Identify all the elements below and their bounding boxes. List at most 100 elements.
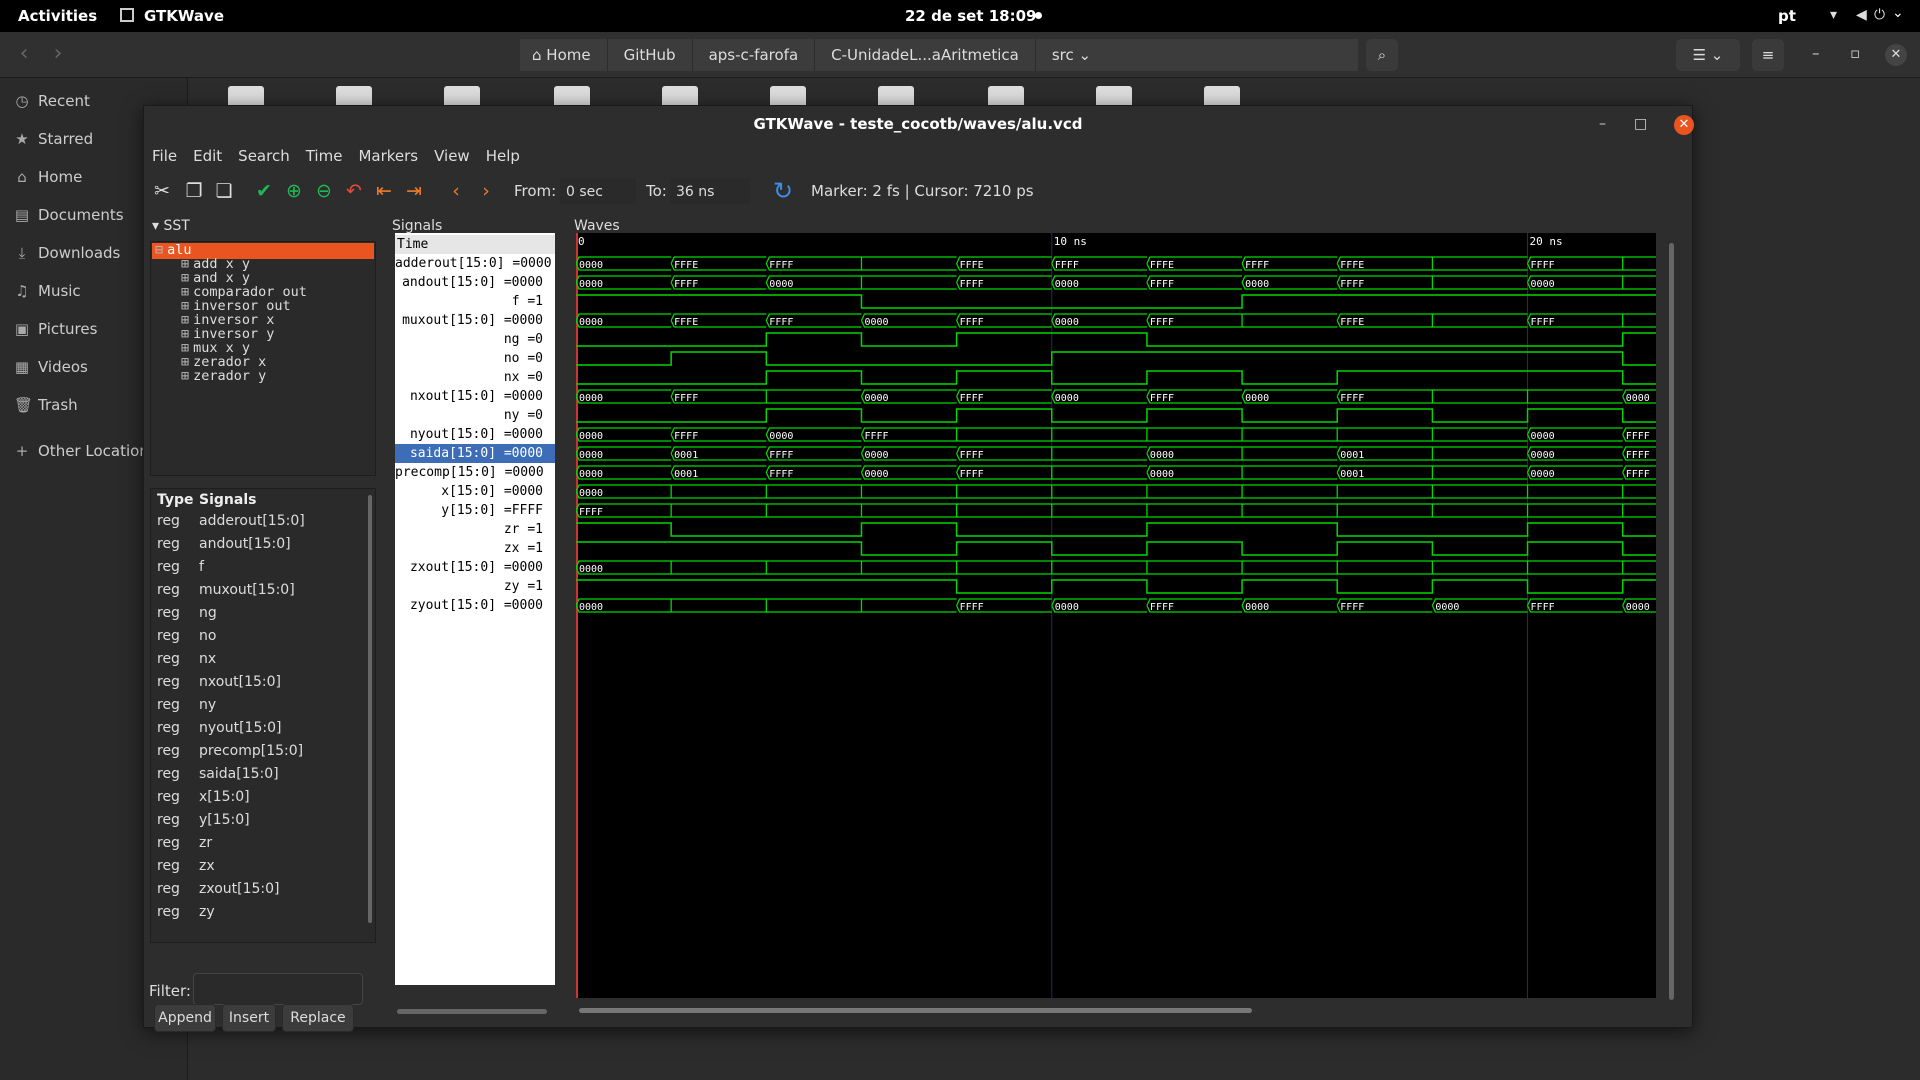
- signal-row[interactable]: precomp[15:0] =0000: [395, 463, 555, 482]
- signal-row[interactable]: zx =1: [395, 539, 555, 558]
- menu-view[interactable]: View: [426, 142, 478, 170]
- horizontal-scrollbar[interactable]: [579, 1008, 1252, 1013]
- waveform-canvas[interactable]: 0 10 ns 20 ns 0000 FFFE FFFF FFFE FFFF FFFE FFFF F…: [575, 233, 1656, 998]
- sidebar-item-trash[interactable]: 🗑 Trash: [14, 396, 78, 414]
- power-icon[interactable]: ⏻: [1874, 7, 1885, 23]
- sst-header[interactable]: ▾ SST: [152, 218, 190, 234]
- vertical-scrollbar[interactable]: [1669, 243, 1674, 1000]
- signal-table-row[interactable]: reg y[15:0]: [151, 812, 361, 835]
- sidebar-item-videos[interactable]: ▦ Videos: [14, 358, 88, 376]
- signal-table-row[interactable]: reg adderout[15:0]: [151, 513, 361, 536]
- sidebar-item-other-locations[interactable]: + Other Locations: [14, 442, 157, 460]
- clock[interactable]: 22 de set 18:09: [905, 7, 1036, 25]
- goto-end-icon[interactable]: ⇥: [402, 179, 426, 203]
- column-header-signals[interactable]: Signals: [199, 492, 256, 508]
- menu-file[interactable]: File: [144, 142, 185, 170]
- append-button[interactable]: Append: [154, 1004, 216, 1032]
- cut-icon[interactable]: ✂: [150, 179, 174, 203]
- crumb-home[interactable]: ⌂ Home: [520, 39, 608, 71]
- menu-help[interactable]: Help: [478, 142, 528, 170]
- signal-table-row[interactable]: reg nxout[15:0]: [151, 674, 361, 697]
- signal-row[interactable]: muxout[15:0] =0000: [395, 311, 555, 330]
- horizontal-scrollbar[interactable]: [397, 1009, 547, 1014]
- crumb-aps-c-farofa[interactable]: aps-c-farofa: [692, 39, 816, 71]
- menu-edit[interactable]: Edit: [185, 142, 230, 170]
- zoom-in-icon[interactable]: ⊕: [282, 179, 306, 203]
- maximize-icon[interactable]: ▫: [1850, 44, 1860, 62]
- signal-row[interactable]: andout[15:0] =0000: [395, 273, 555, 292]
- column-header-type[interactable]: Type: [157, 492, 194, 508]
- menu-markers[interactable]: Markers: [350, 142, 426, 170]
- zoom-undo-icon[interactable]: ↶: [342, 179, 366, 203]
- signal-row[interactable]: x[15:0] =0000: [395, 482, 555, 501]
- signal-row-time[interactable]: Time: [395, 235, 555, 254]
- previous-edge-icon[interactable]: ‹: [444, 179, 468, 203]
- copy-icon[interactable]: ❐: [182, 179, 206, 203]
- from-input[interactable]: 0 sec: [560, 178, 636, 204]
- zoom-fit-icon[interactable]: ✔: [252, 179, 276, 203]
- signal-table-row[interactable]: reg ny: [151, 697, 361, 720]
- system-menu-chevron-icon[interactable]: ⌄: [1892, 5, 1904, 21]
- signal-row[interactable]: y[15:0] =FFFF: [395, 501, 555, 520]
- sidebar-item-pictures[interactable]: ▣ Pictures: [14, 320, 98, 338]
- minimize-icon[interactable]: –: [1812, 44, 1820, 62]
- signal-table-row[interactable]: reg andout[15:0]: [151, 536, 361, 559]
- sidebar-item-downloads[interactable]: ⤓ Downloads: [14, 244, 121, 262]
- signal-table-row[interactable]: reg zxout[15:0]: [151, 881, 361, 904]
- maximize-icon[interactable]: □: [1634, 116, 1647, 132]
- signal-row[interactable]: zyout[15:0] =0000: [395, 596, 555, 615]
- insert-button[interactable]: Insert: [222, 1004, 276, 1032]
- signal-table-row[interactable]: reg no: [151, 628, 361, 651]
- signal-table-row[interactable]: reg zx: [151, 858, 361, 881]
- vertical-scrollbar[interactable]: [368, 495, 372, 923]
- hamburger-menu-button[interactable]: ≡: [1752, 39, 1784, 71]
- signal-table-row[interactable]: reg zr: [151, 835, 361, 858]
- crumb-github[interactable]: GitHub: [607, 39, 693, 71]
- reload-icon[interactable]: ↻: [771, 179, 795, 203]
- sidebar-item-music[interactable]: ♫ Music: [14, 282, 80, 300]
- view-toggle-button[interactable]: ☰ ⌄: [1676, 39, 1740, 71]
- crumb-unidade[interactable]: C-UnidadeL...aAritmetica: [815, 39, 1036, 71]
- signal-table-row[interactable]: reg ng: [151, 605, 361, 628]
- close-icon[interactable]: ✕: [1885, 44, 1907, 66]
- signal-row[interactable]: nxout[15:0] =0000: [395, 387, 555, 406]
- goto-start-icon[interactable]: ⇤: [372, 179, 396, 203]
- tree-item[interactable]: ⊞ zerador y: [181, 368, 266, 384]
- minimize-icon[interactable]: –: [1599, 116, 1606, 132]
- signal-row[interactable]: zy =1: [395, 577, 555, 596]
- replace-button[interactable]: Replace: [282, 1004, 354, 1032]
- filter-input[interactable]: [193, 973, 363, 1005]
- signal-table-row[interactable]: reg precomp[15:0]: [151, 743, 361, 766]
- signal-table-row[interactable]: reg muxout[15:0]: [151, 582, 361, 605]
- sidebar-item-recent[interactable]: ◷ Recent: [14, 92, 89, 110]
- paste-icon[interactable]: ❏: [212, 179, 236, 203]
- back-button[interactable]: ‹: [8, 39, 40, 71]
- signal-table-row[interactable]: reg f: [151, 559, 361, 582]
- signal-table-row[interactable]: reg nx: [151, 651, 361, 674]
- signal-row[interactable]: zr =1: [395, 520, 555, 539]
- app-menu[interactable]: GTKWave: [120, 7, 224, 25]
- sidebar-item-documents[interactable]: ▤ Documents: [14, 206, 124, 224]
- signal-row[interactable]: ny =0: [395, 406, 555, 425]
- menu-time[interactable]: Time: [298, 142, 351, 170]
- signal-row[interactable]: f =1: [395, 292, 555, 311]
- signal-row[interactable]: adderout[15:0] =0000: [395, 254, 555, 273]
- sidebar-item-starred[interactable]: ★ Starred: [14, 130, 93, 148]
- input-language[interactable]: pt: [1778, 7, 1796, 25]
- activities-button[interactable]: Activities: [18, 7, 97, 25]
- menu-search[interactable]: Search: [230, 142, 298, 170]
- signal-row[interactable]: nx =0: [395, 368, 555, 387]
- forward-button[interactable]: ›: [42, 39, 74, 71]
- search-button[interactable]: ⌕: [1366, 39, 1398, 71]
- signal-row[interactable]: zxout[15:0] =0000: [395, 558, 555, 577]
- signal-row[interactable]: no =0: [395, 349, 555, 368]
- signal-table-row[interactable]: reg zy: [151, 904, 361, 927]
- next-edge-icon[interactable]: ›: [474, 179, 498, 203]
- zoom-out-icon[interactable]: ⊖: [312, 179, 336, 203]
- sidebar-item-home[interactable]: ⌂ Home: [14, 168, 82, 186]
- signal-row[interactable]: ng =0: [395, 330, 555, 349]
- to-input[interactable]: 36 ns: [670, 178, 750, 204]
- wifi-icon[interactable]: ▾: [1830, 7, 1837, 23]
- signal-row[interactable]: saida[15:0] =0000: [395, 444, 555, 463]
- signal-table-row[interactable]: reg x[15:0]: [151, 789, 361, 812]
